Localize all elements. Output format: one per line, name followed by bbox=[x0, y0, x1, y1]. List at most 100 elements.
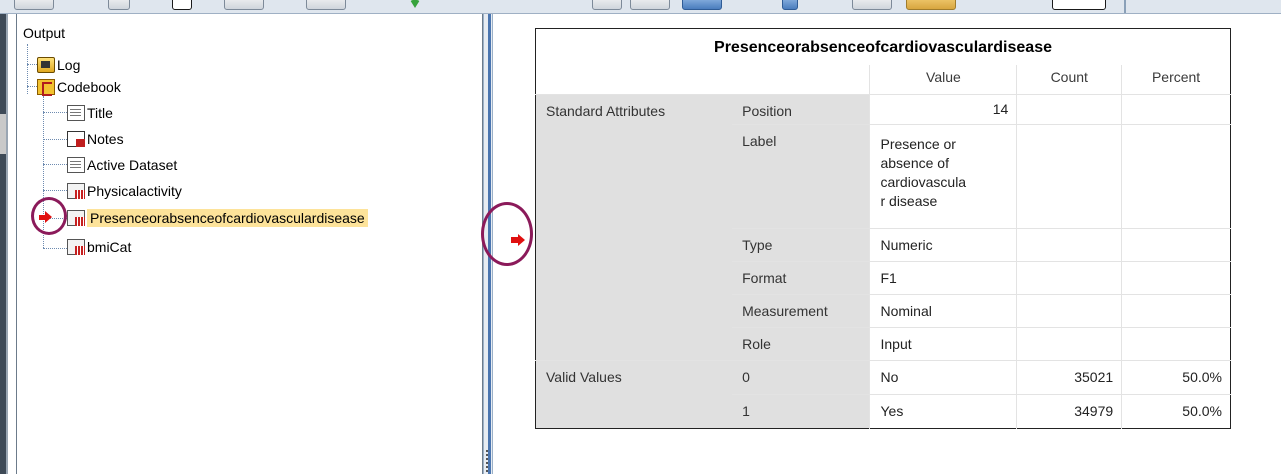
notes-icon bbox=[67, 130, 85, 147]
attribute-name: Label bbox=[732, 124, 870, 229]
outline-node-label: Physicalactivity bbox=[87, 182, 182, 199]
percent-cell bbox=[1121, 228, 1231, 262]
attribute-value: 14 bbox=[869, 94, 1017, 125]
down-arrow-icon[interactable] bbox=[410, 0, 420, 8]
outline-node-log[interactable]: Log bbox=[37, 54, 80, 75]
percent-cell bbox=[1121, 327, 1231, 361]
toolbar-button[interactable] bbox=[172, 0, 192, 10]
toolbar-button[interactable] bbox=[906, 0, 956, 10]
attribute-value: F1 bbox=[869, 261, 1017, 295]
outline-node-label: bmiCat bbox=[87, 238, 132, 255]
attribute-name: Type bbox=[732, 228, 870, 262]
outline-node-label: Presenceorabsenceofcardiovasculardisease bbox=[87, 208, 368, 227]
title-page-icon bbox=[67, 104, 85, 121]
count-cell bbox=[1016, 327, 1122, 361]
attribute-value-line: cardiovascula bbox=[880, 174, 967, 190]
row-group-label: Valid Values bbox=[535, 360, 733, 429]
outline-node-presenceorabsenceofcardiovasculardisease[interactable]: Presenceorabsenceofcardiovasculardisease bbox=[67, 207, 368, 228]
count-cell: 34979 bbox=[1016, 394, 1122, 429]
outline-node-codebook[interactable]: Codebook bbox=[37, 76, 121, 97]
toolbar-button[interactable] bbox=[630, 0, 670, 10]
codebook-table[interactable]: Presenceorabsenceofcardiovasculardisease… bbox=[535, 28, 1231, 429]
percent-cell bbox=[1121, 294, 1231, 328]
tree-connector bbox=[43, 112, 67, 113]
tree-connector bbox=[27, 64, 37, 65]
percent-cell: 50.0% bbox=[1121, 394, 1231, 429]
dataset-page-icon bbox=[67, 156, 85, 173]
attribute-name: Role bbox=[732, 327, 870, 361]
count-cell bbox=[1016, 294, 1122, 328]
table-icon bbox=[67, 238, 85, 255]
count-cell: 35021 bbox=[1016, 360, 1122, 395]
outline-root-label[interactable]: Output bbox=[23, 25, 65, 41]
outline-node-notes[interactable]: Notes bbox=[67, 128, 124, 149]
toolbar-button[interactable] bbox=[108, 0, 130, 10]
count-cell bbox=[1016, 261, 1122, 295]
value-label: No bbox=[869, 360, 1017, 395]
outline-node-title[interactable]: Title bbox=[67, 102, 113, 123]
window-frame-edge bbox=[0, 14, 8, 474]
grid-icon[interactable] bbox=[782, 0, 798, 10]
toolbar-button[interactable] bbox=[1052, 0, 1106, 10]
toolbar-separator bbox=[1124, 0, 1126, 13]
annotation-circle bbox=[31, 197, 67, 235]
outline-node-physicalactivity[interactable]: Physicalactivity bbox=[67, 180, 182, 201]
outline-node-label: Log bbox=[57, 56, 81, 73]
attribute-name: Format bbox=[732, 261, 870, 295]
tree-connector bbox=[43, 139, 67, 140]
outline-node-active-dataset[interactable]: Active Dataset bbox=[67, 154, 177, 175]
tree-connector bbox=[27, 86, 37, 87]
column-header-value: Value bbox=[869, 64, 1017, 95]
count-cell bbox=[1016, 228, 1122, 262]
output-content-pane[interactable]: Presenceorabsenceofcardiovasculardisease… bbox=[481, 14, 1281, 474]
attribute-name: Position bbox=[732, 94, 870, 125]
column-header-percent: Percent bbox=[1121, 64, 1231, 95]
table-row: Valid Values 0 No 35021 50.0% bbox=[535, 360, 1231, 429]
value-label: Yes bbox=[869, 394, 1017, 429]
outline-node-label: Codebook bbox=[57, 78, 121, 95]
table-header-row: Value Count Percent bbox=[536, 64, 1231, 95]
outline-node-bmicat[interactable]: bmiCat bbox=[67, 236, 131, 257]
attribute-value: Presence or absence of cardiovascula r d… bbox=[869, 124, 1017, 229]
splitter-grip[interactable] bbox=[486, 450, 488, 472]
toolbar-button[interactable] bbox=[14, 0, 54, 10]
attribute-name: Measurement bbox=[732, 294, 870, 328]
tree-connector bbox=[43, 248, 67, 249]
toolbar-button[interactable] bbox=[306, 0, 346, 10]
outline-node-label: Notes bbox=[87, 130, 124, 147]
percent-cell: 50.0% bbox=[1121, 360, 1231, 395]
table-row: Standard Attributes Position 14 bbox=[535, 94, 1231, 361]
percent-cell bbox=[1121, 94, 1231, 125]
outline-node-label: Active Dataset bbox=[87, 156, 178, 173]
outline-node-label: Title bbox=[87, 104, 113, 121]
output-outline-pane[interactable]: Output Log Codebook Title Notes Active D… bbox=[16, 14, 483, 474]
toolbar-button[interactable] bbox=[224, 0, 264, 10]
attribute-value: Numeric bbox=[869, 228, 1017, 262]
table-icon bbox=[67, 182, 85, 199]
count-cell bbox=[1016, 94, 1122, 125]
annotation-circle bbox=[481, 202, 533, 266]
attribute-value: Input bbox=[869, 327, 1017, 361]
codebook-icon bbox=[37, 78, 55, 96]
attribute-value: Nominal bbox=[869, 294, 1017, 328]
toolbar-button[interactable] bbox=[852, 0, 892, 10]
table-title: Presenceorabsenceofcardiovasculardisease bbox=[714, 39, 1052, 56]
table-header-cell bbox=[732, 65, 870, 95]
frame-border bbox=[6, 14, 8, 474]
count-cell bbox=[1016, 124, 1122, 229]
value-code: 0 bbox=[732, 360, 870, 395]
row-group-label: Standard Attributes bbox=[535, 94, 733, 361]
percent-cell bbox=[1121, 261, 1231, 295]
tree-connector bbox=[43, 164, 67, 165]
percent-cell bbox=[1121, 124, 1231, 229]
table-icon bbox=[67, 209, 85, 226]
value-code: 1 bbox=[732, 394, 870, 429]
toolbar bbox=[0, 0, 1281, 14]
table-header-cell bbox=[536, 65, 733, 95]
tree-connector bbox=[43, 190, 67, 191]
grid-icon[interactable] bbox=[682, 0, 722, 10]
toolbar-button[interactable] bbox=[592, 0, 622, 10]
attribute-value-line: absence of bbox=[880, 155, 949, 171]
log-icon bbox=[37, 56, 55, 73]
attribute-value-line: r disease bbox=[880, 193, 938, 209]
